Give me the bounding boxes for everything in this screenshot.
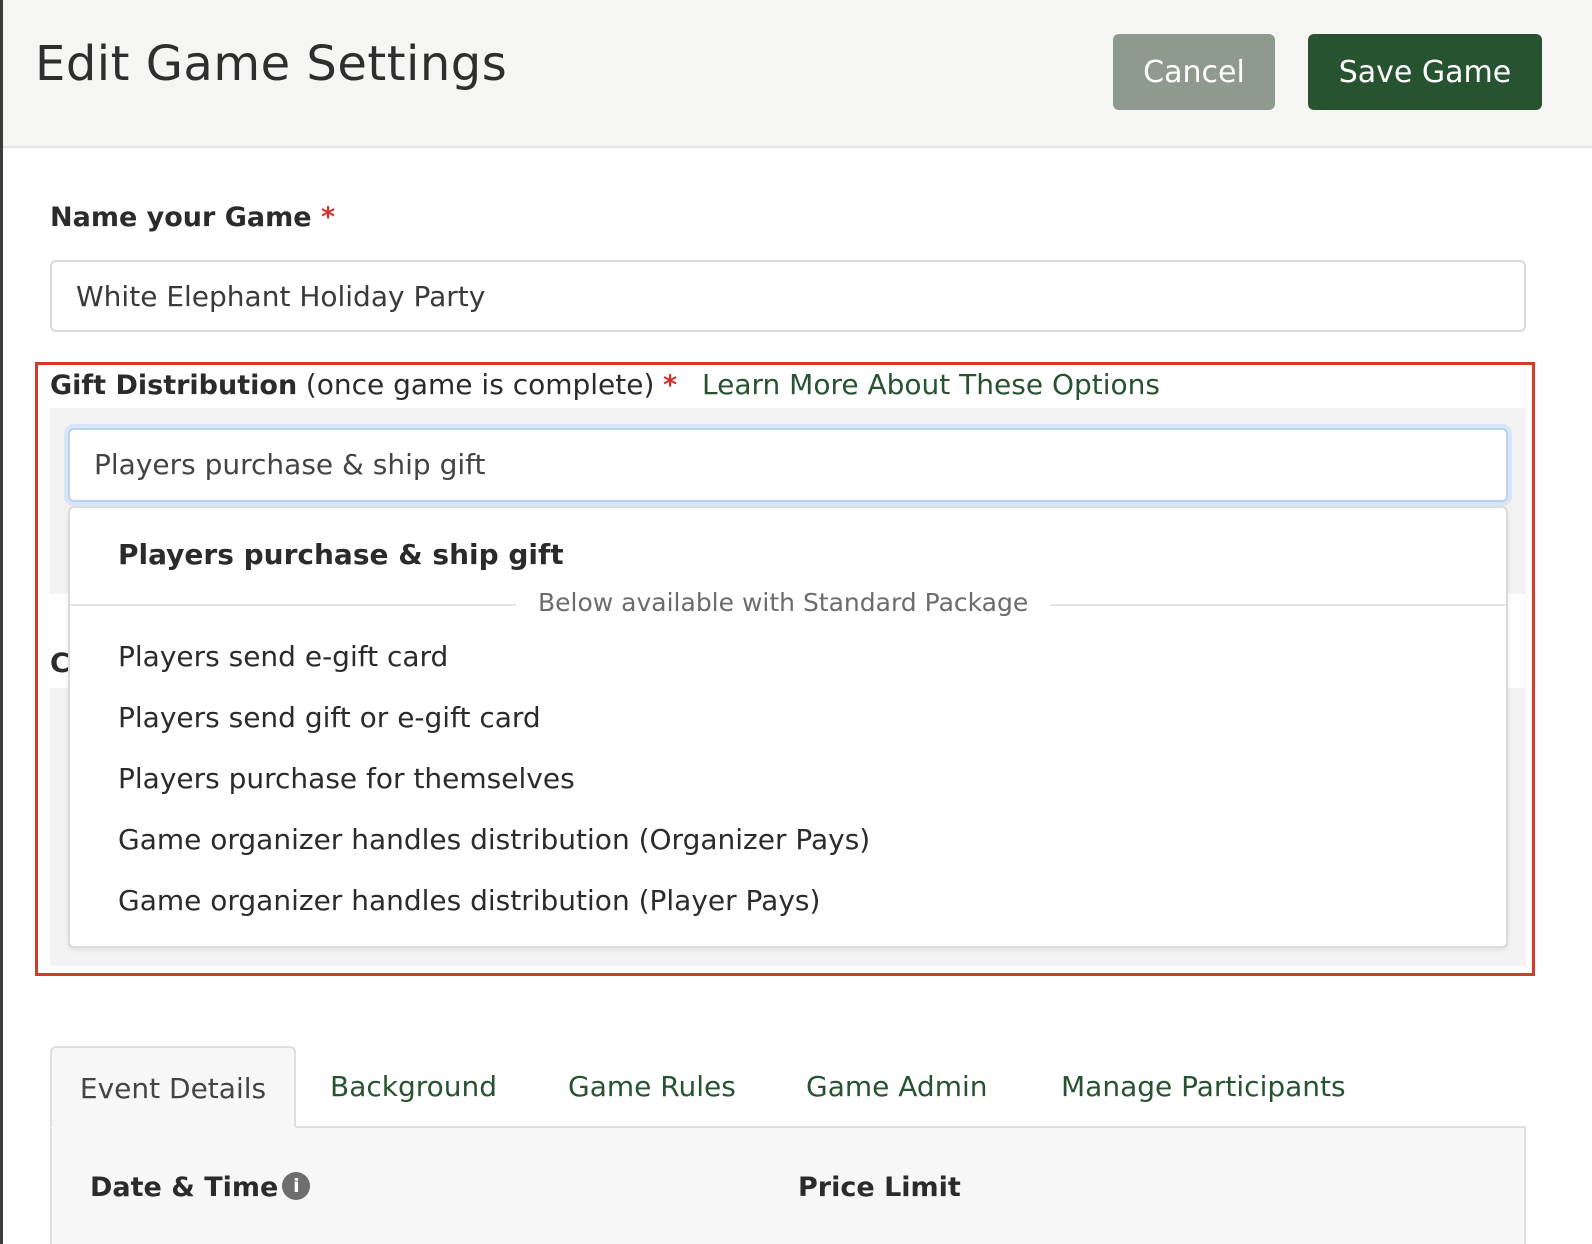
date-time-label: Date & Time i (90, 1171, 311, 1203)
tab-background[interactable]: Background (330, 1046, 497, 1126)
highlight-box (35, 362, 1535, 976)
info-icon[interactable]: i (282, 1171, 311, 1200)
save-game-button[interactable]: Save Game (1308, 34, 1542, 110)
tab-manage-participants[interactable]: Manage Participants (1061, 1046, 1346, 1126)
tab-game-admin[interactable]: Game Admin (806, 1046, 988, 1126)
game-name-input[interactable] (50, 260, 1526, 332)
cancel-button[interactable]: Cancel (1113, 34, 1275, 110)
name-label-text: Name your Game (50, 202, 312, 233)
tab-bar: Event Details Background Game Rules Game… (50, 1046, 1526, 1128)
tab-game-rules[interactable]: Game Rules (568, 1046, 736, 1126)
price-limit-label: Price Limit (798, 1172, 961, 1203)
page-title: Edit Game Settings (35, 36, 508, 92)
date-time-label-text: Date & Time (90, 1172, 279, 1203)
name-label: Name your Game * (50, 202, 335, 233)
modal-header: Edit Game Settings Cancel Save Game (3, 0, 1592, 148)
window-edge (0, 0, 3, 1244)
required-mark: * (320, 202, 336, 233)
tab-event-details[interactable]: Event Details (50, 1046, 296, 1128)
